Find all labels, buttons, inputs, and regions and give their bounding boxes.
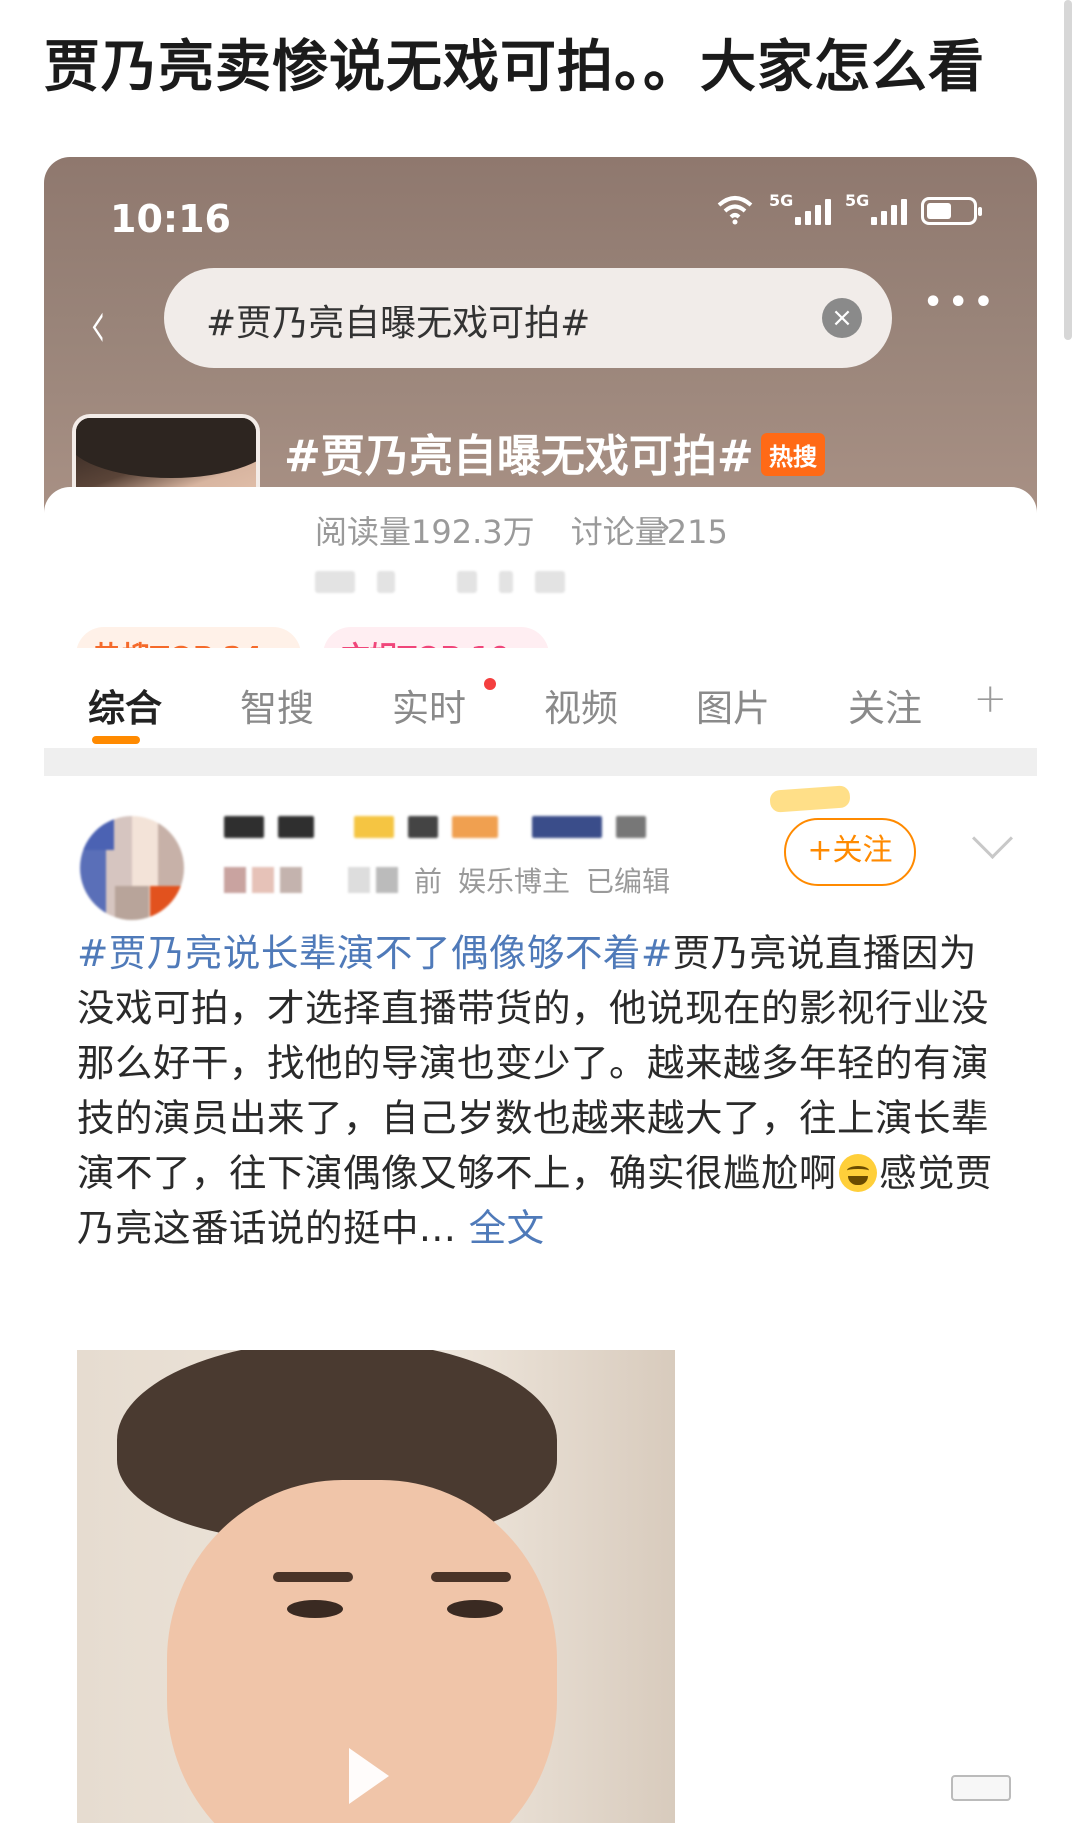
follow-decoration [769,785,851,813]
tab-realtime[interactable]: 实时 [392,678,466,732]
result-tabs: 综合 智搜 实时 视频 图片 关注 + [44,648,1037,748]
battery-icon [921,197,982,225]
post-meta: 前 娱乐博主 已编辑 [224,860,670,900]
follow-button[interactable]: +关注 [784,818,916,886]
discussion-count: 讨论量215 [570,513,728,551]
post-card: 前 娱乐博主 已编辑 +关注 #贾乃亮说长辈演不了偶像够不着#贾乃亮说直播因为没… [44,776,1037,1823]
post-time: 前 [414,865,443,898]
edited-label: 已编辑 [586,865,671,898]
status-icons: 5G 5G [715,191,982,225]
chevron-right-icon[interactable]: › [658,507,671,545]
plus-icon[interactable]: + [973,676,1007,722]
scrollbar[interactable] [1064,0,1072,340]
more-icon[interactable]: ••• [923,285,999,320]
signal-icon: 5G [845,191,907,225]
network-label-1: 5G [769,191,794,210]
play-icon[interactable] [349,1748,389,1804]
read-count: 阅读量192.3万 [315,513,535,551]
search-bar[interactable]: #贾乃亮自曝无戏可拍# × [164,268,892,368]
back-arrow-icon[interactable]: ‹ [90,289,107,359]
screenshot-frame: 10:16 5G 5G ‹ #贾乃亮自曝无戏可拍# × ••• #贾乃亮自曝无戏… [44,157,1037,1823]
post-hashtag[interactable]: #贾乃亮说长辈演不了偶像够不着# [77,931,673,975]
hot-badge: 热搜 [761,433,825,476]
tab-images[interactable]: 图片 [696,678,770,732]
tab-comprehensive[interactable]: 综合 [88,678,162,732]
tab-smart-search[interactable]: 智搜 [240,678,314,732]
sweat-smile-emoji [839,1154,877,1192]
status-bar: 10:16 5G 5G [44,157,1037,267]
clear-icon[interactable]: × [822,298,862,338]
signal-icon: 5G [769,191,831,225]
search-query[interactable]: #贾乃亮自曝无戏可拍# [206,294,590,346]
network-label-2: 5G [845,191,870,210]
active-tab-indicator [92,736,140,744]
blurred-badges [224,867,398,893]
status-time: 10:16 [110,197,231,241]
chevron-down-icon[interactable] [971,817,1014,860]
watermark [951,1775,1011,1801]
full-text-link[interactable]: 全文 [469,1206,545,1250]
tab-video[interactable]: 视频 [544,678,618,732]
topic-stats[interactable]: 阅读量192.3万 讨论量215 [315,507,754,553]
author-role: 娱乐博主 [458,865,571,898]
post-video[interactable] [77,1350,675,1823]
topic-title: #贾乃亮自曝无戏可拍# [284,431,754,482]
section-divider [44,748,1037,776]
blurred-username[interactable] [224,816,646,838]
page-headline: 贾乃亮卖惨说无戏可拍。。大家怎么看 [44,35,985,100]
tab-following[interactable]: 关注 [848,678,922,732]
post-body: #贾乃亮说长辈演不了偶像够不着#贾乃亮说直播因为没戏可拍，才选择直播带货的，他说… [77,926,997,1256]
wifi-icon [717,196,753,225]
avatar[interactable] [80,816,184,920]
blurred-host-info [315,571,565,593]
new-content-dot [484,678,496,690]
